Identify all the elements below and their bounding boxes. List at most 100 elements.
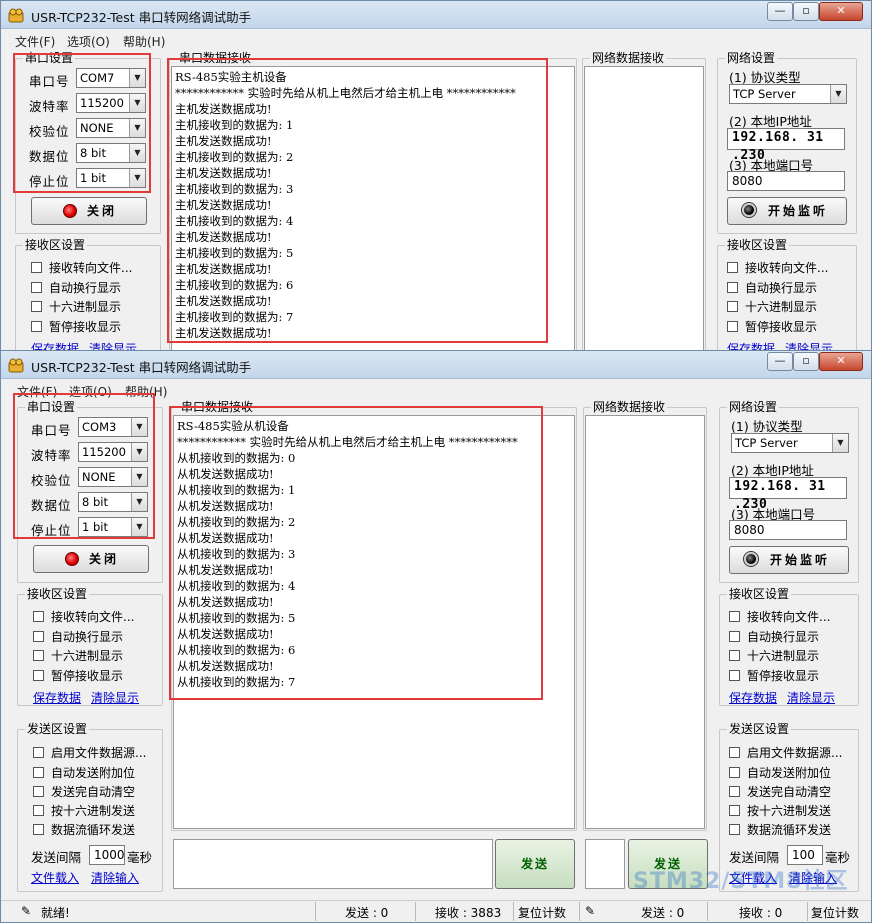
menu-help[interactable]: 帮助(H): [123, 33, 165, 50]
minimize-button[interactable]: —: [767, 2, 793, 21]
checkbox-box[interactable]: [729, 650, 740, 661]
checkbox-box[interactable]: [727, 301, 738, 312]
menu-help[interactable]: 帮助(H): [125, 383, 167, 400]
checkbox-box[interactable]: [729, 611, 740, 622]
close-port-button[interactable]: 关闭: [33, 545, 149, 573]
send-interval-field[interactable]: 1000: [89, 845, 125, 865]
checkbox-box[interactable]: [729, 670, 740, 681]
checkbox-box[interactable]: [33, 611, 44, 622]
net-auto-clear-checkbox[interactable]: 发送完自动清空: [729, 783, 831, 800]
checkbox-box[interactable]: [33, 631, 44, 642]
protocol-select[interactable]: TCP Server ▼: [729, 84, 847, 104]
chevron-down-icon[interactable]: ▼: [830, 85, 846, 103]
databits-select[interactable]: 8 bit ▼: [78, 492, 148, 512]
net-hex-send-checkbox[interactable]: 按十六进制发送: [729, 802, 831, 819]
maximize-button[interactable]: ▫: [793, 2, 819, 21]
title-bar[interactable]: USR-TCP232-Test 串口转网络调试助手 — ▫ ✕: [1, 351, 871, 379]
maximize-button[interactable]: ▫: [793, 352, 819, 371]
chevron-down-icon[interactable]: ▼: [131, 518, 147, 536]
pause-display-checkbox[interactable]: 暂停接收显示: [33, 667, 123, 684]
chevron-down-icon[interactable]: ▼: [129, 169, 145, 187]
chevron-down-icon[interactable]: ▼: [131, 493, 147, 511]
checkbox-box[interactable]: [33, 805, 44, 816]
auto-wrap-checkbox[interactable]: 自动换行显示: [33, 628, 123, 645]
clear-display-link[interactable]: 清除显示: [91, 689, 139, 706]
serial-recv-textarea[interactable]: RS-485实验主机设备 ************ 实验时先给从机上电然后才给主机…: [171, 66, 575, 351]
checkbox-box[interactable]: [31, 301, 42, 312]
stopbits-select[interactable]: 1 bit ▼: [78, 517, 148, 537]
chevron-down-icon[interactable]: ▼: [129, 94, 145, 112]
start-listen-button[interactable]: 开始监听: [729, 546, 849, 574]
net-send-interval-field[interactable]: 100: [787, 845, 823, 865]
checkbox-box[interactable]: [31, 321, 42, 332]
parity-select[interactable]: NONE ▼: [76, 118, 146, 138]
recv-to-file-checkbox[interactable]: 接收转向文件...: [31, 259, 132, 276]
stopbits-select[interactable]: 1 bit ▼: [76, 168, 146, 188]
checkbox-box[interactable]: [729, 767, 740, 778]
chevron-down-icon[interactable]: ▼: [832, 434, 848, 452]
port-select[interactable]: COM7 ▼: [76, 68, 146, 88]
auto-append-checkbox[interactable]: 自动发送附加位: [33, 764, 135, 781]
auto-wrap-checkbox[interactable]: 自动换行显示: [31, 279, 121, 296]
loop-send-checkbox[interactable]: 数据流循环发送: [33, 821, 135, 838]
checkbox-box[interactable]: [31, 262, 42, 273]
ip-field[interactable]: 192.168. 31 .230: [727, 128, 845, 163]
close-button[interactable]: ✕: [819, 352, 863, 371]
net-reset-count-button[interactable]: 复位计数: [811, 904, 859, 921]
chevron-down-icon[interactable]: ▼: [131, 468, 147, 486]
checkbox-box[interactable]: [729, 805, 740, 816]
chevron-down-icon[interactable]: ▼: [129, 144, 145, 162]
checkbox-box[interactable]: [729, 824, 740, 835]
baud-select[interactable]: 115200 ▼: [78, 442, 148, 462]
save-data-link[interactable]: 保存数据: [33, 689, 81, 706]
net-auto-wrap-checkbox[interactable]: 自动换行显示: [729, 628, 819, 645]
net-pause-display-checkbox[interactable]: 暂停接收显示: [727, 318, 817, 335]
net-pause-display-checkbox[interactable]: 暂停接收显示: [729, 667, 819, 684]
menu-options[interactable]: 选项(O): [69, 383, 112, 400]
checkbox-box[interactable]: [729, 747, 740, 758]
local-port-field[interactable]: 8080: [729, 520, 847, 540]
net-auto-append-checkbox[interactable]: 自动发送附加位: [729, 764, 831, 781]
net-recv-to-file-checkbox[interactable]: 接收转向文件...: [727, 259, 828, 276]
close-port-button[interactable]: 关闭: [31, 197, 147, 225]
net-recv-to-file-checkbox[interactable]: 接收转向文件...: [729, 608, 830, 625]
checkbox-box[interactable]: [729, 631, 740, 642]
port-select[interactable]: COM3 ▼: [78, 417, 148, 437]
serial-recv-textarea[interactable]: RS-485实验从机设备 ************ 实验时先给从机上电然后才给主机…: [173, 415, 575, 829]
parity-select[interactable]: NONE ▼: [78, 467, 148, 487]
chevron-down-icon[interactable]: ▼: [129, 69, 145, 87]
recv-to-file-checkbox[interactable]: 接收转向文件...: [33, 608, 134, 625]
close-button[interactable]: ✕: [819, 2, 863, 21]
checkbox-box[interactable]: [33, 767, 44, 778]
net-file-source-checkbox[interactable]: 启用文件数据源...: [729, 744, 842, 761]
checkbox-box[interactable]: [33, 824, 44, 835]
start-listen-button[interactable]: 开始监听: [727, 197, 847, 225]
net-send-textarea[interactable]: [585, 839, 625, 889]
net-hex-display-checkbox[interactable]: 十六进制显示: [727, 298, 817, 315]
hex-send-checkbox[interactable]: 按十六进制发送: [33, 802, 135, 819]
chevron-down-icon[interactable]: ▼: [131, 418, 147, 436]
net-save-data-link[interactable]: 保存数据: [729, 689, 777, 706]
hex-display-checkbox[interactable]: 十六进制显示: [33, 647, 123, 664]
clear-input-link[interactable]: 清除输入: [91, 869, 139, 886]
reset-count-button[interactable]: 复位计数: [518, 904, 566, 921]
serial-send-textarea[interactable]: [173, 839, 493, 889]
databits-select[interactable]: 8 bit ▼: [76, 143, 146, 163]
minimize-button[interactable]: —: [767, 352, 793, 371]
checkbox-box[interactable]: [727, 321, 738, 332]
net-recv-textarea[interactable]: [584, 66, 704, 351]
baud-select[interactable]: 115200 ▼: [76, 93, 146, 113]
auto-clear-checkbox[interactable]: 发送完自动清空: [33, 783, 135, 800]
chevron-down-icon[interactable]: ▼: [129, 119, 145, 137]
checkbox-box[interactable]: [33, 670, 44, 681]
net-auto-wrap-checkbox[interactable]: 自动换行显示: [727, 279, 817, 296]
net-clear-display-link[interactable]: 清除显示: [787, 689, 835, 706]
checkbox-box[interactable]: [727, 262, 738, 273]
menu-file[interactable]: 文件(F): [15, 33, 55, 50]
local-port-field[interactable]: 8080: [727, 171, 845, 191]
net-loop-send-checkbox[interactable]: 数据流循环发送: [729, 821, 831, 838]
protocol-select[interactable]: TCP Server ▼: [731, 433, 849, 453]
checkbox-box[interactable]: [33, 650, 44, 661]
send-button[interactable]: 发送: [495, 839, 575, 889]
menu-file[interactable]: 文件(F): [17, 383, 57, 400]
